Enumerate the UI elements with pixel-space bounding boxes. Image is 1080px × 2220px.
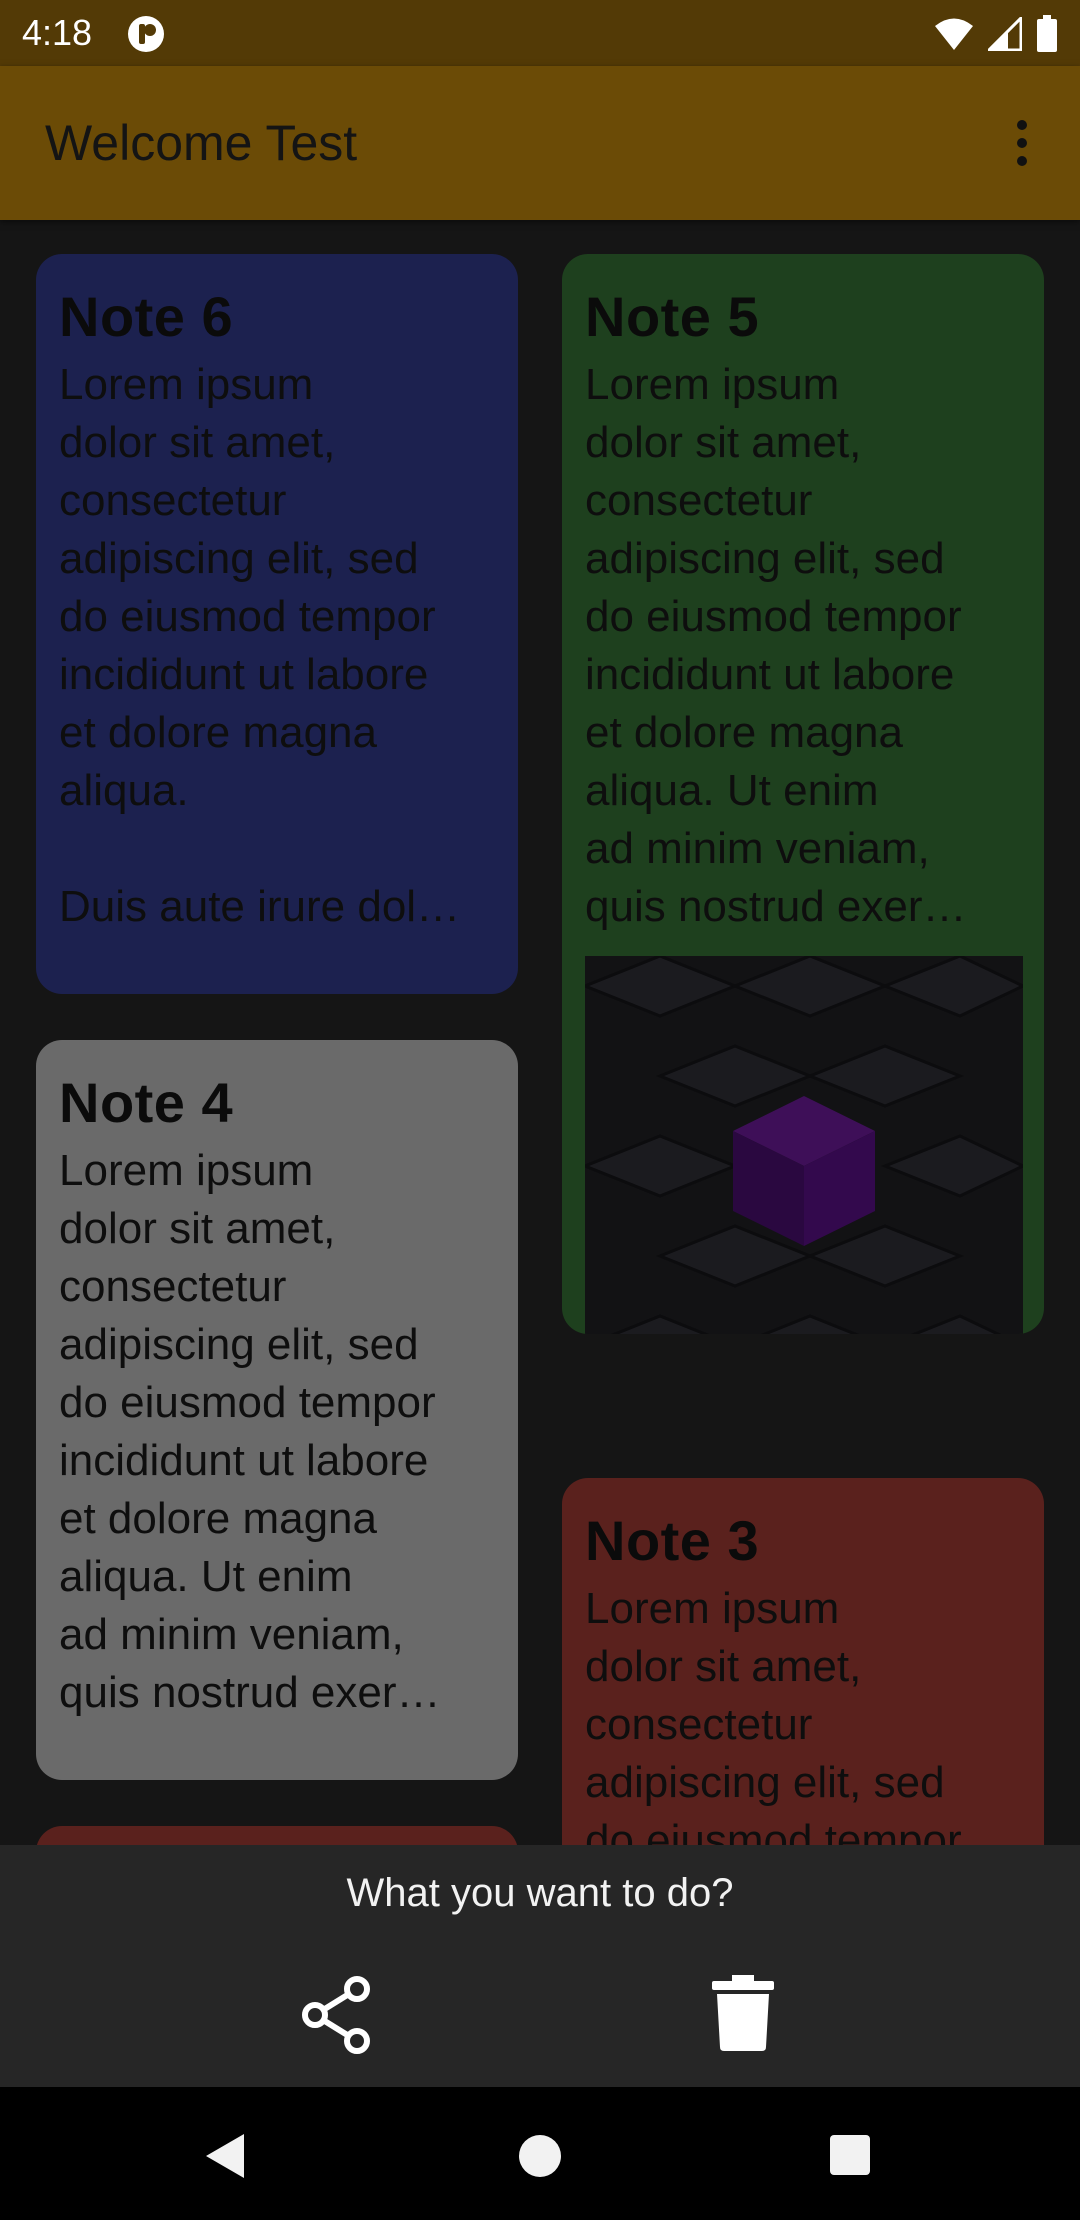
app-notification-icon	[128, 16, 164, 52]
signal-icon	[988, 17, 1022, 51]
note-image	[585, 956, 1023, 1334]
recents-icon[interactable]	[828, 2133, 872, 2177]
delete-icon[interactable]	[708, 1973, 778, 2053]
sheet-prompt: What you want to do?	[346, 1871, 734, 1915]
note-title: Note 6	[59, 285, 234, 348]
status-time: 4:18	[22, 12, 93, 53]
app-bar: Welcome Test	[0, 66, 1080, 220]
note-body: Lorem ipsum dolor sit amet, consectetur …	[59, 360, 461, 931]
note-title: Note 3	[585, 1509, 760, 1572]
share-icon[interactable]	[297, 1975, 377, 2055]
status-bar: 4:18	[0, 0, 1080, 66]
app-title: Welcome Test	[45, 115, 358, 171]
note-title: Note 4	[59, 1071, 234, 1134]
note-card[interactable]: Note 6 Lorem ipsum dolor sit amet, conse…	[36, 254, 518, 994]
more-vert-icon	[1017, 120, 1027, 166]
note-body: Lorem ipsum dolor sit amet, consectetur …	[585, 1584, 962, 1845]
note-title: Note 5	[585, 285, 760, 348]
status-icons	[934, 14, 1058, 54]
note-body: Lorem ipsum dolor sit amet, consectetur …	[59, 1146, 441, 1717]
note-card[interactable]: Note 5 Lorem ipsum dolor sit amet, conse…	[562, 254, 1044, 1334]
note-card-partial[interactable]	[36, 1826, 518, 1845]
overflow-menu-button[interactable]	[992, 110, 1052, 176]
wifi-icon	[935, 18, 973, 50]
battery-icon	[1037, 15, 1057, 52]
action-bottom-sheet: What you want to do?	[0, 1845, 1080, 2087]
home-icon[interactable]	[515, 2131, 565, 2181]
notes-grid: Note 6 Lorem ipsum dolor sit amet, conse…	[0, 220, 1080, 1845]
note-body: Lorem ipsum dolor sit amet, consectetur …	[585, 360, 967, 931]
note-card[interactable]: Note 4 Lorem ipsum dolor sit amet, conse…	[36, 1040, 518, 1780]
system-nav-bar	[0, 2087, 1080, 2220]
back-icon[interactable]	[200, 2131, 250, 2181]
note-card[interactable]: Note 3 Lorem ipsum dolor sit amet, conse…	[562, 1478, 1044, 1845]
